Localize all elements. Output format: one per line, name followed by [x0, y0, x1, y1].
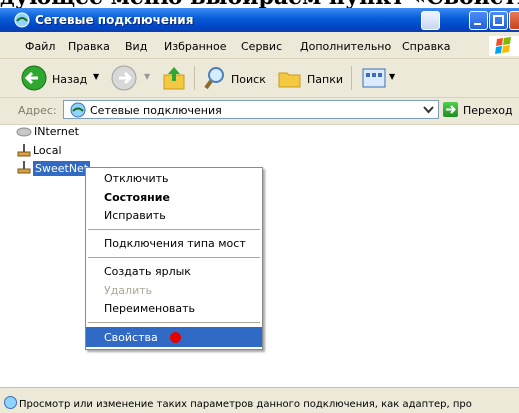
menu-advanced[interactable]: Дополнительно [300, 40, 391, 53]
menu-edit[interactable]: Правка [68, 40, 110, 53]
toolbar-separator [351, 66, 352, 90]
menu-separator [88, 322, 260, 323]
view-mode-icon[interactable] [361, 66, 387, 90]
back-arrow-icon[interactable] [20, 64, 48, 92]
minimize-app-button[interactable] [421, 11, 440, 30]
dialup-connection-icon[interactable] [16, 126, 32, 138]
folders-button-label[interactable]: Папки [307, 73, 343, 86]
menu-item-repair[interactable]: Исправить [104, 209, 166, 222]
menu-view[interactable]: Вид [125, 40, 147, 53]
folders-icon[interactable] [276, 64, 304, 92]
menu-file[interactable]: Файл [25, 40, 55, 53]
address-dropdown-chevron-icon[interactable] [420, 101, 437, 118]
menu-separator [88, 257, 260, 258]
lan-connection-icon[interactable] [16, 159, 32, 175]
menu-item-properties[interactable]: Свойства [104, 331, 158, 344]
close-button[interactable] [509, 11, 519, 30]
connection-sweetnet[interactable]: SweetNet [33, 161, 91, 176]
menu-tools[interactable]: Сервис [241, 40, 282, 53]
back-button-label[interactable]: Назад [52, 73, 87, 86]
windows-logo-icon [489, 36, 519, 56]
menu-item-create-shortcut[interactable]: Создать ярлык [104, 265, 191, 278]
go-button-label[interactable]: Переход [463, 104, 513, 117]
back-dropdown-chevron-icon[interactable]: ▼ [93, 72, 99, 81]
address-label: Адрес: [18, 104, 57, 117]
maximize-icon [493, 15, 504, 26]
view-dropdown-chevron-icon[interactable]: ▼ [389, 72, 395, 81]
menu-favorites[interactable]: Избранное [164, 40, 226, 53]
search-icon[interactable] [202, 64, 230, 92]
network-connections-small-icon [70, 102, 86, 118]
forward-dropdown-chevron-icon[interactable]: ▼ [144, 72, 150, 81]
toolbar-separator [194, 66, 195, 90]
menu-item-status[interactable]: Состояние [104, 191, 170, 204]
network-connections-icon [14, 12, 30, 28]
go-arrow-icon[interactable] [443, 102, 458, 117]
menu-separator [88, 229, 260, 230]
connection-local[interactable]: Local [33, 144, 62, 157]
menu-item-bridge-connections[interactable]: Подключения типа мост [104, 237, 246, 250]
lan-connection-icon[interactable] [16, 142, 32, 158]
minimize-icon [474, 23, 481, 25]
minimize-button[interactable] [469, 11, 488, 30]
up-folder-icon[interactable] [160, 64, 188, 92]
forward-arrow-icon[interactable] [110, 64, 138, 92]
menu-help[interactable]: Справка [402, 40, 450, 53]
search-button-label[interactable]: Поиск [231, 73, 266, 86]
clipped-caption-text: дующее меню выбираем пункт «Свойства» [0, 0, 519, 8]
status-network-icon [4, 396, 17, 409]
maximize-button[interactable] [489, 11, 508, 30]
red-marker-dot [170, 332, 181, 343]
menu-item-disconnect[interactable]: Отключить [104, 172, 169, 185]
address-value: Сетевые подключения [90, 104, 222, 117]
window-title: Сетевые подключения [35, 13, 194, 27]
menu-item-delete: Удалить [104, 284, 153, 297]
connection-internet[interactable]: INternet [34, 125, 79, 138]
menu-item-rename[interactable]: Переименовать [104, 302, 195, 315]
status-text: Просмотр или изменение таких параметров … [19, 399, 472, 410]
